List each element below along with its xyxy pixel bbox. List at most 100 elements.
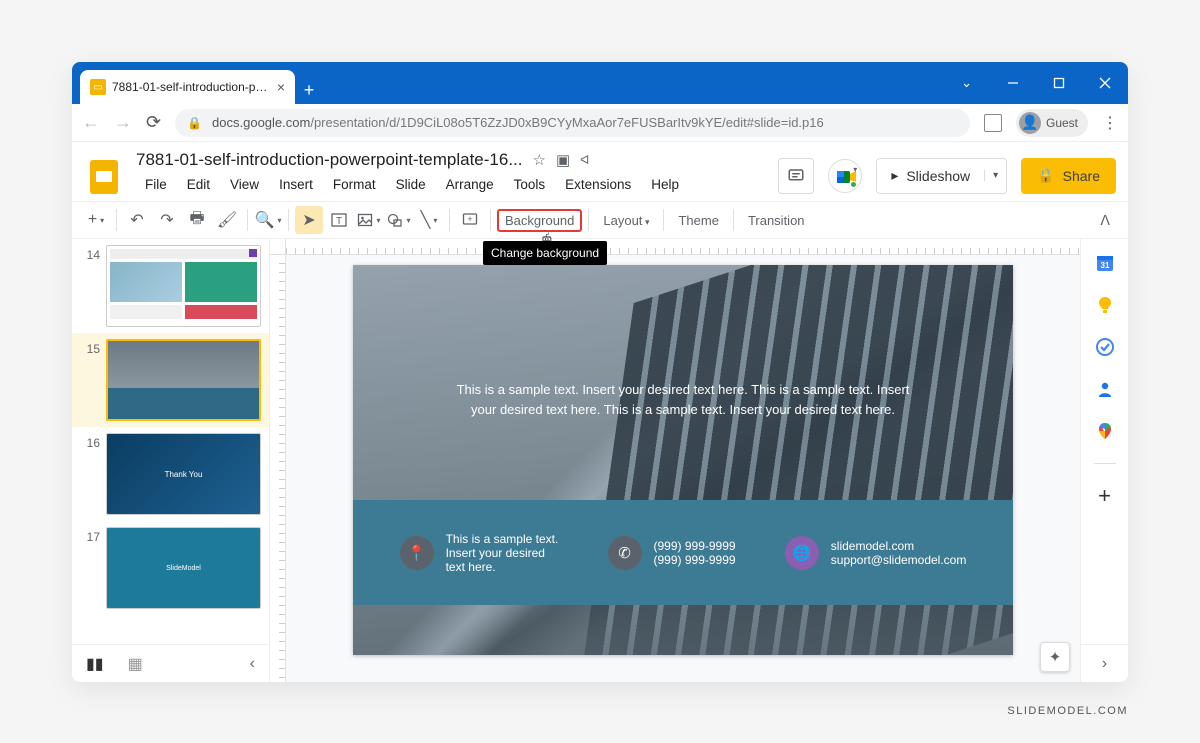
reload-button[interactable]: ⟳ [146, 112, 161, 133]
separator [288, 209, 289, 231]
tasks-icon[interactable] [1095, 337, 1115, 357]
background-button[interactable]: Background Change background [497, 209, 582, 232]
slideshow-label: Slideshow [906, 168, 970, 184]
transition-button[interactable]: Transition [740, 209, 813, 232]
browser-tab[interactable]: ▭ 7881-01-self-introduction-power × [80, 70, 295, 104]
slide-thumb-17[interactable]: 17 SlideModel [72, 521, 269, 615]
horizontal-ruler[interactable] [286, 239, 1080, 255]
extension-icon[interactable] [984, 114, 1002, 132]
image-tool[interactable] [355, 206, 383, 234]
menu-arrange[interactable]: Arrange [437, 174, 503, 195]
address-bar[interactable]: 🔒 docs.google.com/presentation/d/1D9CiL0… [175, 109, 970, 137]
addons-button[interactable]: + [1095, 486, 1115, 506]
grid-view-icon[interactable]: ▦ [128, 654, 143, 674]
tab-close-icon[interactable]: × [277, 79, 285, 95]
chrome-titlebar: ▭ 7881-01-self-introduction-power × + ⌄ [72, 62, 1128, 104]
maximize-button[interactable] [1036, 62, 1082, 104]
menu-file[interactable]: File [136, 174, 176, 195]
new-slide-button[interactable]: + [82, 206, 110, 234]
play-icon: ▸ [891, 167, 898, 184]
mouse-cursor-icon: 🖱 [542, 232, 552, 250]
calendar-icon[interactable]: 31 [1095, 253, 1115, 273]
menu-format[interactable]: Format [324, 174, 385, 195]
move-icon[interactable]: ▣ [556, 151, 570, 169]
undo-button[interactable]: ↶ [123, 206, 151, 234]
theme-button[interactable]: Theme [670, 209, 726, 232]
shape-tool[interactable] [385, 206, 413, 234]
meet-button[interactable]: ▾ [828, 159, 862, 193]
menu-tools[interactable]: Tools [505, 174, 555, 195]
contact-phone[interactable]: ✆ (999) 999-9999(999) 999-9999 [608, 536, 736, 570]
print-button[interactable]: 🖶 [183, 206, 211, 234]
slide-body-text[interactable]: This is a sample text. Insert your desir… [443, 380, 923, 419]
contact-web[interactable]: 🌐 slidemodel.comsupport@slidemodel.com [785, 536, 967, 570]
zoom-button[interactable]: 🔍 [254, 206, 282, 234]
window-controls: ⌄ [943, 62, 1128, 104]
filmstrip: 14 15 16 Thank You 17 SlideModel [72, 239, 270, 682]
separator [588, 209, 589, 231]
menu-view[interactable]: View [221, 174, 268, 195]
star-icon[interactable]: ☆ [532, 151, 545, 169]
menu-slide[interactable]: Slide [387, 174, 435, 195]
line-tool[interactable]: ╲ [415, 206, 443, 234]
close-window-button[interactable] [1082, 62, 1128, 104]
svg-text:T: T [336, 216, 342, 227]
separator [1094, 463, 1116, 464]
tab-strip: ▭ 7881-01-self-introduction-power × + [72, 62, 323, 104]
lock-icon: 🔒 [1037, 167, 1054, 184]
map-pin-icon: 📍 [400, 536, 434, 570]
forward-button[interactable]: → [114, 112, 132, 133]
filmstrip-view-icon[interactable]: ▮▮ [86, 654, 104, 674]
back-button[interactable]: ← [82, 112, 100, 133]
lock-icon: 🔒 [187, 116, 202, 130]
collapse-filmstrip-icon[interactable]: ‹ [250, 655, 255, 673]
separator [490, 209, 491, 231]
slideshow-dropdown[interactable]: ▾ [984, 170, 1006, 181]
explore-button[interactable]: ✦ [1040, 642, 1070, 672]
meet-status-dot [850, 181, 857, 188]
menu-help[interactable]: Help [642, 174, 688, 195]
vertical-ruler[interactable] [270, 255, 286, 682]
slide-thumb-15[interactable]: 15 [72, 333, 269, 427]
menu-extensions[interactable]: Extensions [556, 174, 640, 195]
contact-address[interactable]: 📍 This is a sample text.Insert your desi… [400, 532, 559, 574]
textbox-tool[interactable]: T [325, 206, 353, 234]
tab-title: 7881-01-self-introduction-power [112, 80, 271, 94]
comment-tool[interactable]: + [456, 206, 484, 234]
separator [733, 209, 734, 231]
maps-icon[interactable] [1095, 421, 1115, 441]
profile-chip[interactable]: 👤 Guest [1016, 109, 1088, 137]
menu-edit[interactable]: Edit [178, 174, 219, 195]
hide-side-panel-icon[interactable]: › [1081, 644, 1128, 682]
slides-logo[interactable] [84, 156, 124, 196]
url-host: docs.google.com/presentation/d/1D9CiL08o… [212, 115, 824, 130]
slide[interactable]: This is a sample text. Insert your desir… [353, 265, 1013, 655]
slide-thumb-16[interactable]: 16 Thank You [72, 427, 269, 521]
slideshow-button[interactable]: ▸ Slideshow ▾ [876, 158, 1007, 194]
comments-button[interactable] [778, 158, 814, 194]
select-tool[interactable]: ➤ [295, 206, 323, 234]
tabs-dropdown-icon[interactable]: ⌄ [943, 75, 990, 91]
filmstrip-footer: ▮▮ ▦ ‹ [72, 644, 269, 682]
separator [663, 209, 664, 231]
document-title[interactable]: 7881-01-self-introduction-powerpoint-tem… [136, 150, 522, 170]
contacts-icon[interactable] [1095, 379, 1115, 399]
chrome-menu-button[interactable]: ⋮ [1102, 113, 1118, 133]
keep-icon[interactable] [1095, 295, 1115, 315]
menu-insert[interactable]: Insert [270, 174, 322, 195]
activity-icon[interactable]: ᐊ [580, 153, 589, 167]
redo-button[interactable]: ↷ [153, 206, 181, 234]
header-actions: ▾ ▸ Slideshow ▾ 🔒 Share [778, 158, 1116, 194]
hide-menus-button[interactable]: ᐱ [1092, 208, 1118, 233]
svg-text:31: 31 [1100, 261, 1109, 270]
layout-button[interactable]: Layout [595, 209, 657, 232]
slides-favicon: ▭ [90, 79, 106, 95]
avatar-icon: 👤 [1019, 112, 1041, 134]
minimize-button[interactable] [990, 62, 1036, 104]
phone-icon: ✆ [608, 536, 642, 570]
slide-thumb-14[interactable]: 14 [72, 239, 269, 333]
share-button[interactable]: 🔒 Share [1021, 158, 1116, 194]
paint-format-button[interactable]: 🖌 [213, 206, 241, 234]
new-tab-button[interactable]: + [295, 76, 323, 104]
separator [449, 209, 450, 231]
